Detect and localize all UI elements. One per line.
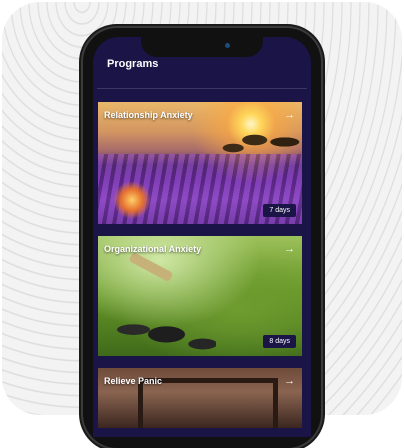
arrow-right-icon[interactable]: → [284,375,295,387]
program-card-relationship-anxiety[interactable]: Relationship Anxiety → 7 days [98,102,302,224]
phone-notch [141,37,263,57]
arrow-right-icon[interactable]: → [284,109,295,121]
program-title: Organizational Anxiety [104,244,202,254]
arrow-right-icon[interactable]: → [284,243,295,255]
zen-stones-image [106,308,216,356]
program-title: Relationship Anxiety [104,110,193,120]
header-divider [97,88,307,89]
lantern-glow-image [114,180,150,220]
duration-badge: 7 days [263,204,296,217]
camera-icon [225,43,230,48]
page-title: Programs [107,58,159,70]
duration-badge: 8 days [263,335,296,348]
program-card-organizational-anxiety[interactable]: Organizational Anxiety → 8 days [98,236,302,356]
program-card-relieve-panic[interactable]: Relieve Panic → [98,368,302,428]
program-title: Relieve Panic [104,376,163,386]
bamboo-spout-image [128,251,174,283]
